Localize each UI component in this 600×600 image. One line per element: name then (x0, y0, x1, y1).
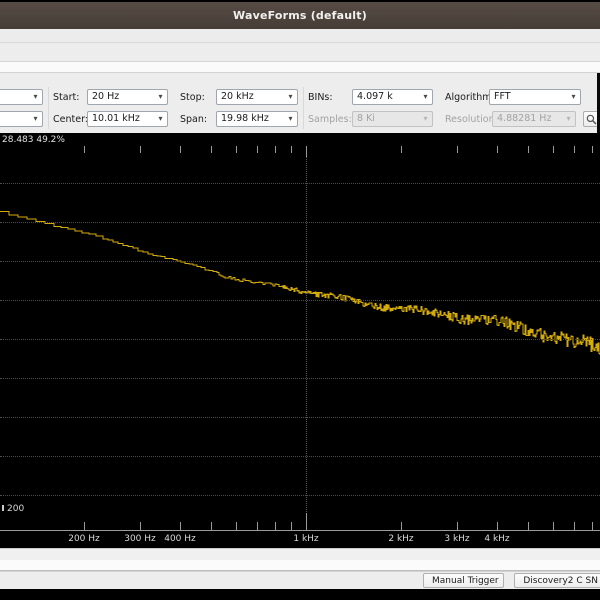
x-minor-tick (211, 522, 212, 530)
grid-line-horizontal (0, 339, 600, 340)
lower-strip (0, 560, 600, 570)
resolution-label: Resolution: (445, 114, 498, 125)
x-minor-tick (180, 522, 181, 530)
chevron-down-icon: ▾ (423, 92, 428, 101)
x-minor-tick (140, 146, 141, 153)
x-minor-tick (84, 522, 85, 530)
span-select[interactable]: 19.98 kHz ▾ (216, 111, 298, 127)
spectrum-plot-area[interactable]: 28.483 49.2% 200 200 Hz 300 Hz 400 Hz 1 kHz… (0, 133, 600, 548)
manual-trigger-button[interactable]: Manual Trigger (423, 573, 504, 588)
trace-select[interactable]: ▾ (0, 89, 43, 105)
separator (303, 87, 304, 129)
separator (48, 87, 49, 129)
spectrum-trace (0, 210, 600, 355)
x-axis-label: 1 kHz (293, 534, 319, 544)
x-minor-tick (528, 522, 529, 530)
top-toolbar (0, 43, 600, 62)
center-select[interactable]: 10.01 kHz ▾ (87, 111, 168, 127)
x-minor-tick (211, 146, 212, 153)
chevron-down-icon: ▾ (158, 114, 163, 123)
x-minor-tick (457, 146, 458, 153)
x-minor-tick (257, 146, 258, 153)
resolution-select: 4.88281 Hz ▾ (492, 111, 576, 127)
x-minor-tick (236, 522, 237, 530)
x-axis-label: 2 kHz (388, 534, 414, 544)
grid-line-horizontal (0, 183, 600, 184)
grid-line-horizontal (0, 222, 600, 223)
chevron-down-icon: ▾ (158, 92, 163, 101)
x-minor-tick (257, 522, 258, 530)
chevron-down-icon: ▾ (288, 92, 293, 101)
x-minor-tick (574, 146, 575, 153)
start-label: Start: (53, 92, 80, 103)
grid-line-horizontal (0, 378, 600, 379)
center-label: Center: (53, 114, 89, 125)
samples-select: 8 Ki ▾ (352, 111, 433, 127)
x-axis-label: 3 kHz (444, 534, 470, 544)
bins-select[interactable]: 4.097 k ▾ (352, 89, 433, 105)
screen: { "window": { "title": "WaveForms (defau… (0, 0, 600, 600)
x-minor-tick (180, 146, 181, 153)
samples-label: Samples: (308, 114, 352, 125)
grid-line-horizontal (0, 495, 600, 496)
x-axis-label: 300 Hz (124, 534, 156, 544)
window-title: WaveForms (default) (233, 9, 367, 22)
spectrum-controls: ▾ ▾ Start: 20 Hz ▾ Stop: 20 kHz ▾ BINs: 4.… (0, 73, 600, 133)
algorithm-select[interactable]: FFT ▾ (489, 89, 581, 105)
grid-line-horizontal (0, 456, 600, 457)
bins-label: BINs: (308, 92, 333, 103)
plot-footer-strip (0, 548, 600, 560)
stop-label: Stop: (180, 92, 205, 103)
x-minor-tick (574, 522, 575, 530)
x-major-tick (306, 146, 307, 157)
x-minor-tick (236, 146, 237, 153)
x-minor-tick (553, 522, 554, 530)
x-minor-tick (497, 522, 498, 530)
start-select[interactable]: 20 Hz ▾ (87, 89, 168, 105)
chevron-down-icon: ▾ (571, 92, 576, 101)
scale-select[interactable]: ▾ (0, 111, 43, 127)
magnifier-icon (586, 114, 597, 125)
status-bar: Manual Trigger Discovery2 C SN (0, 572, 600, 589)
x-minor-tick (401, 522, 402, 530)
x-minor-tick (140, 522, 141, 530)
algorithm-label: Algorithm: (445, 92, 495, 103)
screen-edge (0, 589, 600, 600)
span-label: Span: (180, 114, 208, 125)
grid-line-horizontal (0, 417, 600, 418)
chevron-down-icon: ▾ (33, 114, 38, 123)
x-minor-tick (84, 146, 85, 153)
panel-strip (0, 62, 600, 73)
chevron-down-icon: ▾ (423, 114, 428, 123)
stop-select[interactable]: 20 kHz ▾ (216, 89, 298, 105)
x-minor-tick (497, 146, 498, 153)
x-minor-tick (553, 146, 554, 153)
chevron-down-icon: ▾ (288, 114, 293, 123)
device-button[interactable]: Discovery2 C SN (514, 573, 600, 588)
x-minor-tick (275, 146, 276, 153)
grid-line-horizontal (0, 261, 600, 262)
grid-line-horizontal (0, 300, 600, 301)
x-minor-tick (457, 522, 458, 530)
chevron-down-icon: ▾ (33, 92, 38, 101)
x-minor-tick (401, 146, 402, 153)
x-minor-tick (592, 522, 593, 530)
x-axis-label: 400 Hz (164, 534, 196, 544)
x-minor-tick (291, 146, 292, 153)
x-major-tick (306, 513, 307, 530)
chevron-down-icon: ▾ (566, 114, 571, 123)
menu-bar (0, 29, 600, 43)
x-axis-label: 200 Hz (68, 534, 100, 544)
x-minor-tick (592, 146, 593, 153)
x-minor-tick (528, 146, 529, 153)
grid-line-vertical (306, 146, 307, 530)
title-bar[interactable]: WaveForms (default) (0, 2, 600, 29)
x-minor-tick (291, 522, 292, 530)
x-minor-tick (275, 522, 276, 530)
x-axis-label: 4 kHz (484, 534, 510, 544)
